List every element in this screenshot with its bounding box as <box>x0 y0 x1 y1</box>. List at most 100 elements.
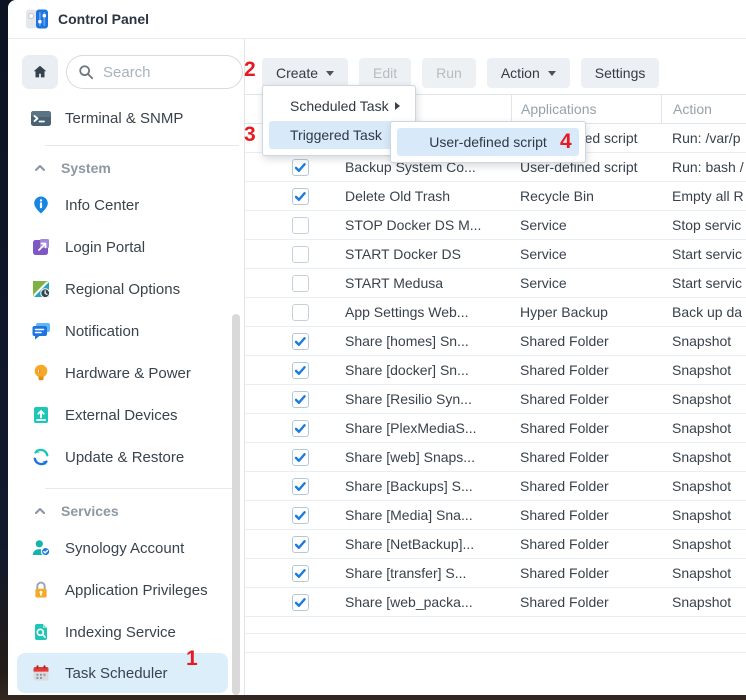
action-cell: Start servic <box>661 275 746 291</box>
sidebar-item-notification[interactable]: Notification <box>8 310 244 352</box>
sidebar-item-update-restore[interactable]: Update & Restore <box>8 436 244 478</box>
table-row[interactable]: App Settings Web...Hyper BackupBack up d… <box>245 298 746 327</box>
application-cell: Shared Folder <box>511 391 661 407</box>
menu-item-scheduled-task[interactable]: Scheduled Task <box>269 92 409 120</box>
application-cell: Recycle Bin <box>511 188 661 204</box>
terminal-icon <box>30 107 52 129</box>
checkbox-unchecked[interactable] <box>292 275 309 292</box>
search-icon <box>78 64 94 80</box>
table-row[interactable]: Share [homes] Sn...Shared FolderSnapshot <box>245 327 746 356</box>
checkbox-checked[interactable] <box>292 449 309 466</box>
table-row[interactable]: Share [NetBackup]...Shared FolderSnapsho… <box>245 530 746 559</box>
checkbox-checked[interactable] <box>292 159 309 176</box>
sidebar-item-synology-account[interactable]: Synology Account <box>8 527 244 569</box>
action-cell: Start servic <box>661 246 746 262</box>
sidebar-item-info-center[interactable]: Info Center <box>8 184 244 226</box>
action-cell: Snapshot <box>661 536 746 552</box>
sidebar-item-indexing-service[interactable]: Indexing Service <box>8 611 244 653</box>
task-name-cell: Share [transfer] S... <box>345 565 511 581</box>
hardware-power-icon <box>30 362 52 384</box>
sidebar-item-label: Regional Options <box>65 281 180 298</box>
sidebar-scrollbar-thumb[interactable] <box>232 314 240 695</box>
sidebar-item-regional-options[interactable]: Regional Options <box>8 268 244 310</box>
sidebar-item-label: Indexing Service <box>65 624 176 641</box>
table-row[interactable]: START Docker DSServiceStart servic <box>245 240 746 269</box>
toolbar: Create Edit Run Action Settings <box>245 39 746 88</box>
menu-item-triggered-task[interactable]: Triggered Task <box>269 121 409 149</box>
table-row[interactable]: Share [Resilio Syn...Shared FolderSnapsh… <box>245 385 746 414</box>
checkbox-unchecked[interactable] <box>292 304 309 321</box>
task-scheduler-icon <box>30 662 52 684</box>
checkbox-checked[interactable] <box>292 188 309 205</box>
task-name-cell: Share [web_packa... <box>345 594 511 610</box>
sidebar-item-label: Update & Restore <box>65 449 184 466</box>
control-panel-icon <box>25 7 49 31</box>
table-row[interactable]: Share [docker] Sn...Shared FolderSnapsho… <box>245 356 746 385</box>
sidebar-item-login-portal[interactable]: Login Portal <box>8 226 244 268</box>
table-row[interactable]: Share [web_packa...Shared FolderSnapshot <box>245 588 746 617</box>
checkbox-checked[interactable] <box>292 478 309 495</box>
task-name-cell: Share [Media] Sna... <box>345 507 511 523</box>
checkbox-checked[interactable] <box>292 536 309 553</box>
settings-button[interactable]: Settings <box>581 58 660 88</box>
table-row[interactable]: Share [Media] Sna...Shared FolderSnapsho… <box>245 501 746 530</box>
table-row[interactable]: STOP Docker DS M...ServiceStop servic <box>245 211 746 240</box>
task-name-cell: Share [PlexMediaS... <box>345 420 511 436</box>
checkbox-unchecked[interactable] <box>292 217 309 234</box>
task-name-cell: Share [Backups] S... <box>345 478 511 494</box>
checkbox-checked[interactable] <box>292 420 309 437</box>
sidebar-section-services[interactable]: Services <box>8 495 244 527</box>
action-cell: Run: bash / <box>661 159 746 175</box>
sidebar-item-label: Terminal & SNMP <box>65 110 183 127</box>
external-devices-icon <box>30 404 52 426</box>
annotation-1: 1 <box>186 647 198 671</box>
header-action-col[interactable]: Action <box>661 95 746 123</box>
checkbox-checked[interactable] <box>292 565 309 582</box>
application-cell: Shared Folder <box>511 478 661 494</box>
sidebar-item-label: Notification <box>65 323 139 340</box>
home-button[interactable] <box>22 55 58 89</box>
task-table: Applications Action User-defined script R… <box>245 94 746 653</box>
menu-item-user-defined-script[interactable]: User-defined script <box>397 128 579 156</box>
sidebar: Terminal & SNMP System Info Cen <box>8 39 245 695</box>
sidebar-item-terminal-snmp[interactable]: Terminal & SNMP <box>8 101 244 135</box>
table-row[interactable]: Share [transfer] S...Shared FolderSnapsh… <box>245 559 746 588</box>
run-button[interactable]: Run <box>422 58 476 88</box>
header-applications-col[interactable]: Applications <box>511 95 661 123</box>
sidebar-item-hardware-power[interactable]: Hardware & Power <box>8 352 244 394</box>
edit-button[interactable]: Edit <box>359 58 411 88</box>
task-name-cell: STOP Docker DS M... <box>345 217 511 233</box>
notification-icon <box>30 320 52 342</box>
search-input[interactable] <box>101 63 215 82</box>
checkbox-checked[interactable] <box>292 594 309 611</box>
application-cell: Shared Folder <box>511 449 661 465</box>
table-row[interactable]: Delete Old TrashRecycle BinEmpty all R <box>245 182 746 211</box>
application-cell: Shared Folder <box>511 565 661 581</box>
application-privileges-icon <box>30 579 52 601</box>
create-button[interactable]: Create <box>262 58 348 88</box>
table-row[interactable]: Share [PlexMediaS...Shared FolderSnapsho… <box>245 414 746 443</box>
action-button[interactable]: Action <box>487 58 570 88</box>
action-cell: Snapshot <box>661 594 746 610</box>
divider <box>45 145 239 146</box>
table-row[interactable]: Share [Backups] S...Shared FolderSnapsho… <box>245 472 746 501</box>
application-cell: Hyper Backup <box>511 304 661 320</box>
login-portal-icon <box>30 236 52 258</box>
annotation-2: 2 <box>244 58 256 82</box>
task-name-cell: Delete Old Trash <box>345 188 511 204</box>
sidebar-section-system[interactable]: System <box>8 152 244 184</box>
search-box[interactable] <box>66 55 243 89</box>
action-cell: Snapshot <box>661 362 746 378</box>
checkbox-unchecked[interactable] <box>292 246 309 263</box>
table-row[interactable]: START MedusaServiceStart servic <box>245 269 746 298</box>
checkbox-checked[interactable] <box>292 391 309 408</box>
sidebar-item-external-devices[interactable]: External Devices <box>8 394 244 436</box>
sidebar-item-application-privileges[interactable]: Application Privileges <box>8 569 244 611</box>
checkbox-checked[interactable] <box>292 507 309 524</box>
table-row[interactable]: Share [web] Snaps...Shared FolderSnapsho… <box>245 443 746 472</box>
synology-account-icon <box>30 537 52 559</box>
checkbox-checked[interactable] <box>292 333 309 350</box>
regional-options-icon <box>30 278 52 300</box>
action-cell: Run: /var/p <box>661 130 746 146</box>
checkbox-checked[interactable] <box>292 362 309 379</box>
